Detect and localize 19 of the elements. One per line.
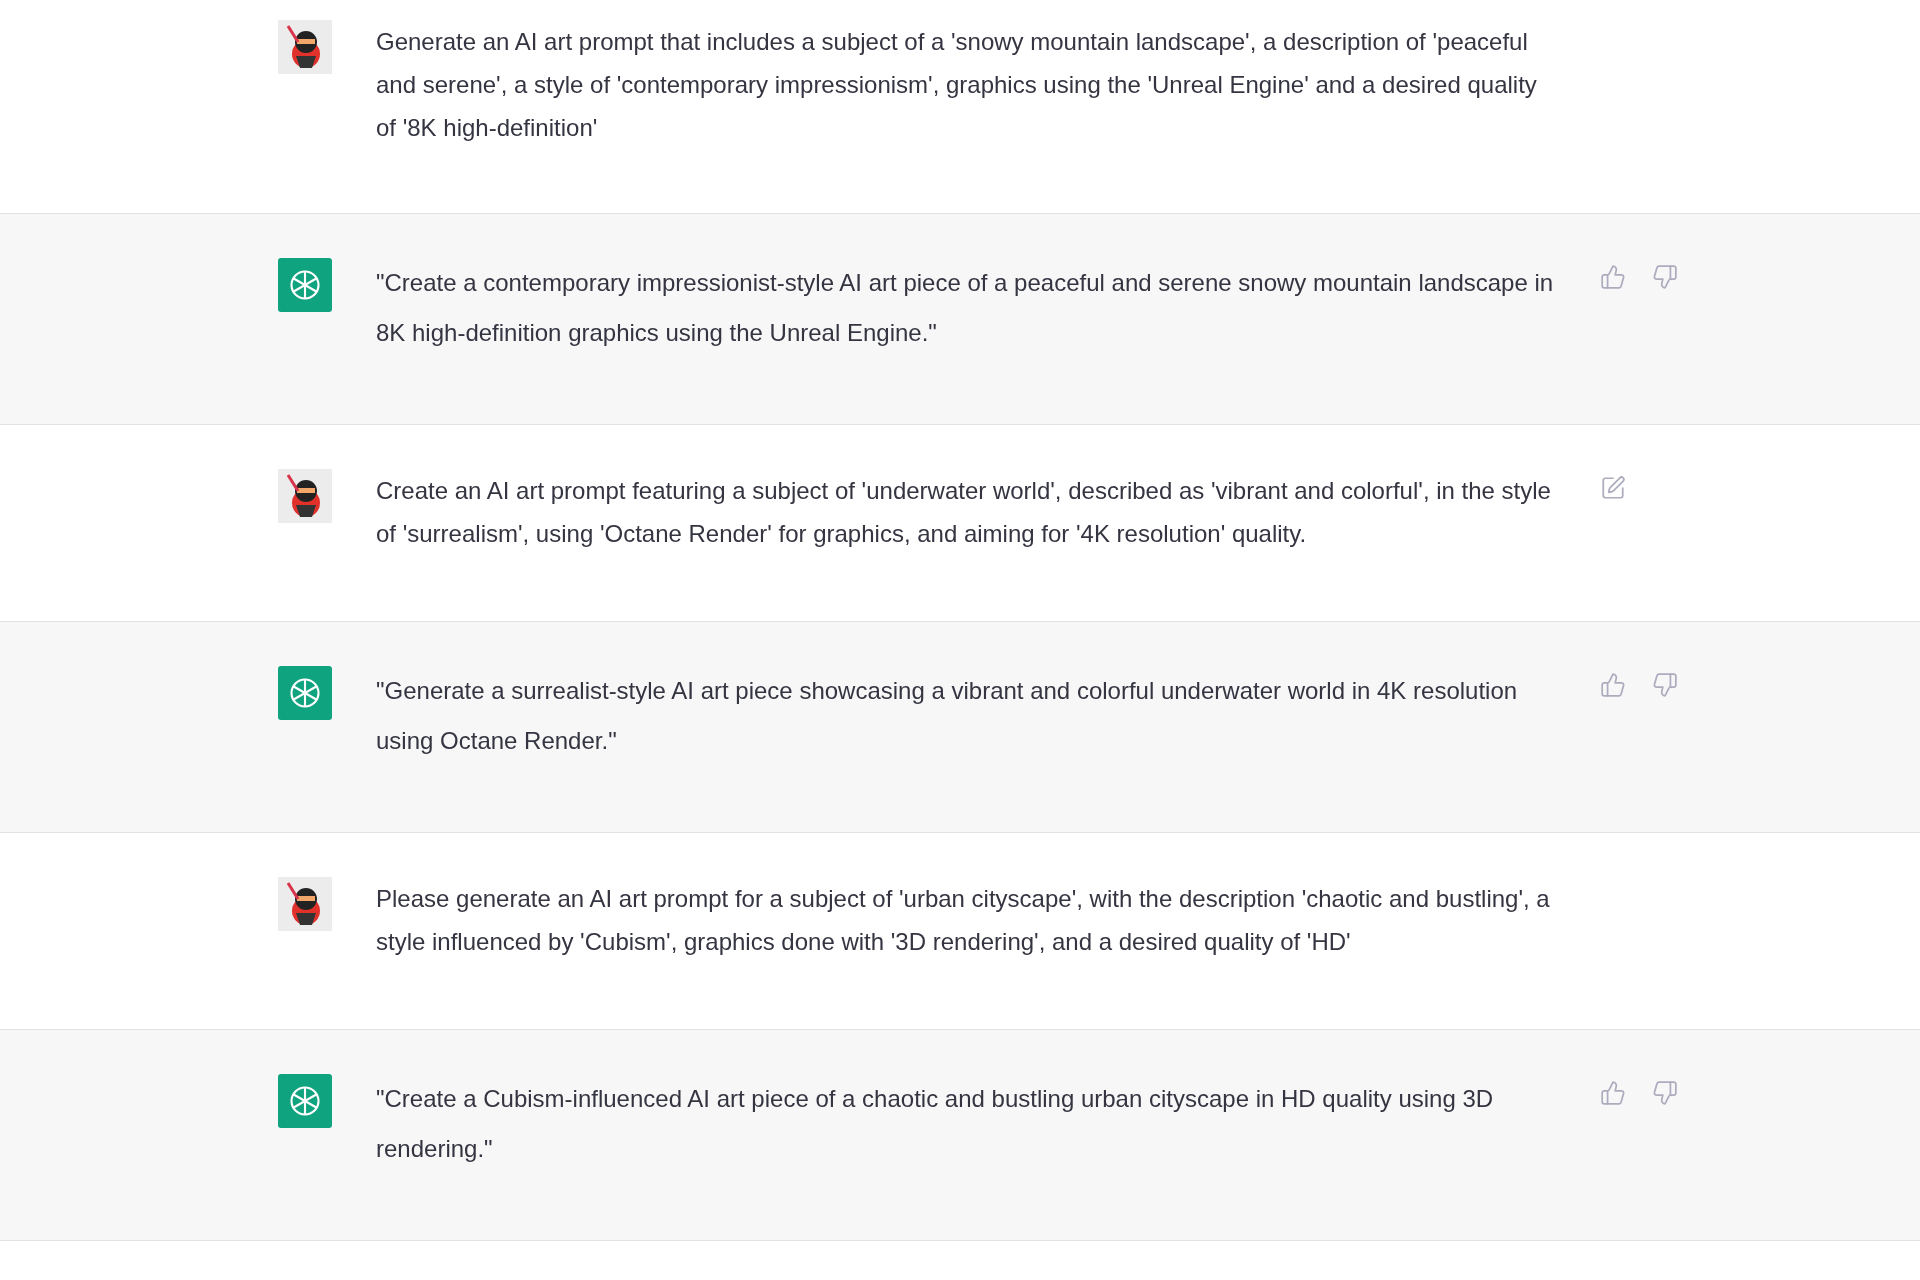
cartoon-avatar — [278, 877, 332, 931]
thumbs-down-button[interactable] — [1652, 264, 1678, 290]
thumbs-down-button[interactable] — [1652, 672, 1678, 698]
cartoon-avatar — [278, 469, 332, 523]
message-text: Create an AI art prompt featuring a subject of 'underwater world', described as 'vibrant and colorful', in the style of 'surrealism', using 'Octane Render' for graphics, and aiming for '4K resolution' quality. — [376, 476, 1552, 549]
edit-button[interactable] — [1600, 475, 1626, 501]
message-text: Generate an AI art prompt that includes a subject of a 'snowy mountain landscape', a description of 'peaceful and serene', a style of 'contemporary impressionism', graphics using the 'Unreal Engine' and a desired quality of '8K high-definition' — [376, 27, 1538, 143]
cartoon-avatar — [278, 20, 332, 74]
assistant-avatar — [278, 666, 332, 720]
thumbs-down-button[interactable] — [1652, 1080, 1678, 1106]
thumbs-up-button[interactable] — [1600, 264, 1626, 290]
assistant-avatar — [278, 258, 332, 312]
message-text: Please generate an AI art prompt for a subject of 'urban cityscape', with the description 'chaotic and bustling', a style influenced by 'Cubism', graphics done with '3D rendering', and a desired quality of 'HD' — [376, 884, 1551, 957]
message-text: "Create a Cubism-influenced AI art piece of a chaotic and bustling urban cityscape in HD quality using 3D rendering." — [376, 1084, 1495, 1164]
message-text: "Generate a surrealist-style AI art piece showcasing a vibrant and colorful underwater world in 4K resolution using Octane Render." — [376, 676, 1519, 756]
thumbs-up-button[interactable] — [1600, 1080, 1626, 1106]
thumbs-up-button[interactable] — [1600, 672, 1626, 698]
message-text: "Create a contemporary impressionist-style AI art piece of a peaceful and serene snowy mountain landscape in 8K high-definition graphics using the Unreal Engine." — [376, 268, 1555, 348]
assistant-avatar — [278, 1074, 332, 1128]
